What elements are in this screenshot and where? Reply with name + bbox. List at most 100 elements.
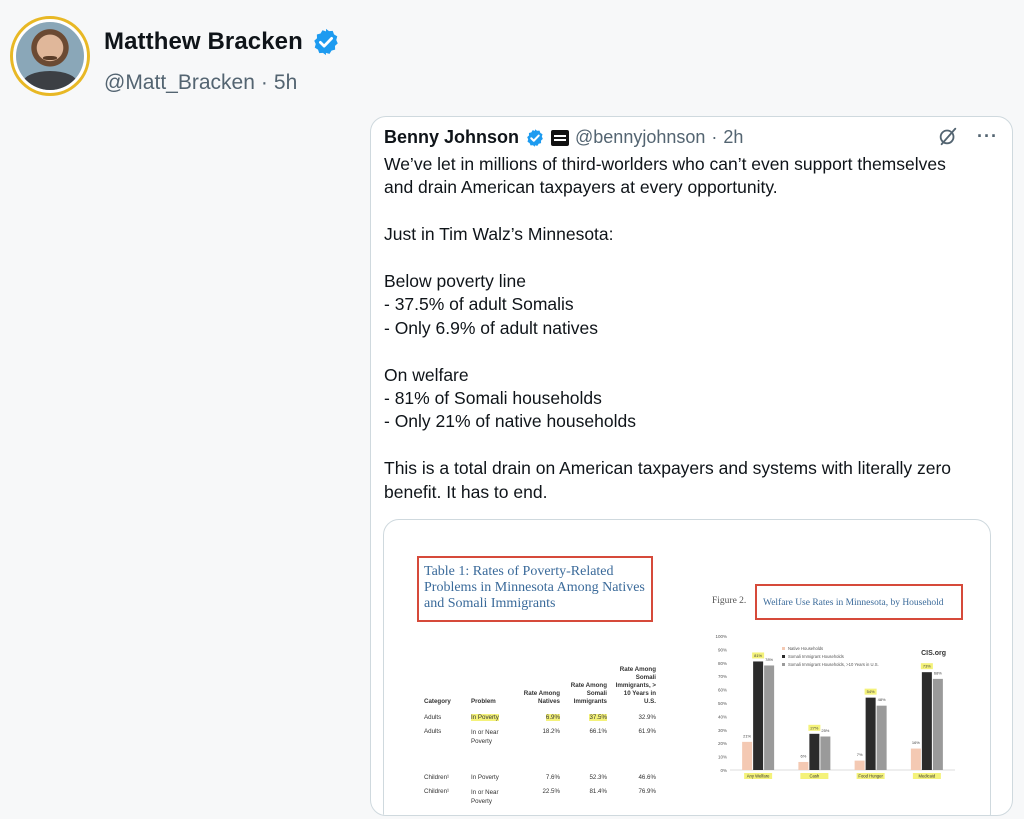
- text-paragraph: We’ve let in millions of third-worlders …: [384, 153, 994, 200]
- text-line: This is a total drain on American taxpay…: [384, 458, 952, 479]
- figure-prefix: Figure 2.: [712, 596, 747, 606]
- text-line: Just in Tim Walz’s Minnesota:: [384, 224, 614, 245]
- bar-value-label: 68%: [934, 670, 942, 675]
- bar: [932, 678, 943, 770]
- source-label: CIS.org: [921, 650, 946, 657]
- quoted-post-text: We’ve let in millions of third-worlders …: [384, 153, 994, 504]
- text-line: - Only 6.9% of adult natives: [384, 317, 598, 338]
- text-line: Below poverty line: [384, 271, 527, 291]
- table-header: Problem: [471, 698, 496, 705]
- y-tick-label: 20%: [718, 741, 727, 746]
- grok-icon[interactable]: [937, 125, 959, 147]
- table-cell: 81.4%: [589, 788, 607, 795]
- bar: [910, 748, 921, 770]
- legend-swatch: [782, 663, 785, 666]
- table-header: Rate Among Somali Immigrants, > 10 Years…: [615, 666, 656, 705]
- bar-value-label: 73%: [923, 664, 931, 669]
- text-paragraph: On welfare - 81% of Somali households - …: [384, 364, 994, 434]
- y-tick-label: 0%: [720, 768, 727, 773]
- text-line: We’ve let in millions of third-worlders …: [384, 154, 946, 174]
- y-tick-label: 40%: [718, 714, 727, 719]
- legend-label: Somali Immigrant Households, >10 Years i…: [788, 662, 879, 667]
- legend-label: Somali Immigrant Households: [788, 654, 844, 659]
- more-options-icon[interactable]: ···: [977, 126, 998, 147]
- avatar-mustache: [43, 56, 57, 61]
- welfare-bar-chart: 0% 10% 20% 30% 40% 50% 60% 70% 80% 90% 100% Native …: [715, 634, 955, 779]
- y-tick-label: 100%: [715, 634, 727, 639]
- category-label: Medicaid: [918, 774, 935, 779]
- y-tick-label: 90%: [718, 647, 727, 652]
- table-cell: 76.9%: [638, 788, 656, 795]
- verified-badge-icon[interactable]: [311, 27, 341, 57]
- table-cell: 32.9%: [638, 714, 656, 721]
- bar-value-label: 27%: [810, 725, 818, 730]
- legend-swatch: [782, 647, 785, 650]
- table-cell: Adults: [424, 728, 442, 735]
- bar-value-label: 25%: [821, 728, 829, 733]
- quoted-handle[interactable]: @bennyjohnson: [575, 127, 705, 148]
- table-header: Rate Among Natives: [523, 690, 560, 705]
- y-tick-label: 80%: [718, 661, 727, 666]
- table-title: Table 1: Rates of Poverty-Related Proble…: [417, 556, 653, 622]
- verified-badge-icon[interactable]: [525, 128, 545, 148]
- post-time[interactable]: 5h: [274, 71, 297, 95]
- y-tick-label: 50%: [718, 701, 727, 706]
- author-name-row: Matthew Bracken: [104, 27, 341, 57]
- table-cell: In Poverty: [471, 714, 499, 721]
- table-cell: 22.5%: [542, 788, 560, 795]
- text-line: On welfare: [384, 364, 469, 385]
- legend-label: Native Households: [788, 646, 823, 651]
- table-cell: In Poverty: [471, 774, 499, 781]
- table-cell: 52.3%: [589, 774, 607, 781]
- table-cell: In or Near Poverty: [471, 789, 499, 805]
- quoted-time[interactable]: 2h: [723, 127, 743, 148]
- table-cell: 46.6%: [638, 774, 656, 781]
- y-tick-label: 30%: [718, 728, 727, 733]
- bar-value-label: 6%: [800, 753, 806, 758]
- table-cell: In or Near Poverty: [471, 729, 499, 745]
- category-label: Cash: [809, 774, 819, 779]
- table-cell: 6.9%: [545, 714, 560, 721]
- text-paragraph: Below poverty line - 37.5% of adult Soma…: [384, 270, 994, 340]
- poverty-table: Category Problem Rate Among Natives Rate Am…: [424, 638, 674, 808]
- y-tick-label: 60%: [718, 688, 727, 693]
- text-paragraph: This is a total drain on American taxpay…: [384, 457, 994, 504]
- text-paragraph: Just in Tim Walz’s Minnesota:: [384, 223, 994, 246]
- bar: [764, 665, 775, 770]
- table-cell: Adults: [424, 714, 442, 721]
- attached-image[interactable]: Table 1: Rates of Poverty-Related Proble…: [383, 519, 991, 815]
- bar-value-label: 48%: [878, 697, 886, 702]
- affiliate-badge-icon[interactable]: [551, 129, 570, 146]
- bar: [820, 736, 831, 770]
- bar: [854, 760, 865, 770]
- bar-value-label: 21%: [743, 733, 751, 738]
- category-label: Food Hunger: [858, 774, 883, 779]
- figure-title-box: Welfare Use Rates in Minnesota, by House…: [755, 584, 963, 620]
- bar: [865, 697, 876, 770]
- table-cell: 37.5%: [589, 714, 607, 721]
- meta-separator: ·: [711, 127, 718, 147]
- figure-title: Welfare Use Rates in Minnesota, by House…: [763, 598, 944, 608]
- text-line: - 81% of Somali households: [384, 388, 602, 409]
- author-avatar[interactable]: [10, 16, 90, 96]
- author-meta: @Matt_Bracken · 5h: [104, 71, 297, 95]
- table-cell: 66.1%: [589, 728, 607, 735]
- bar: [742, 741, 753, 770]
- quoted-post-card[interactable]: Benny Johnson @bennyjohnson · 2h ··· We’…: [370, 116, 1013, 816]
- y-tick-label: 70%: [718, 674, 727, 679]
- table-header: Category: [424, 698, 451, 705]
- category-label: Any Welfare: [747, 774, 770, 779]
- text-line: and drain American taxpayers at every op…: [384, 177, 778, 198]
- author-handle[interactable]: @Matt_Bracken: [104, 71, 255, 95]
- avatar-photo: [16, 22, 84, 90]
- quoted-display-name[interactable]: Benny Johnson: [384, 127, 519, 148]
- bar: [753, 661, 764, 770]
- text-line: - Only 21% of native households: [384, 411, 636, 432]
- text-line: benefit. It has to end.: [384, 481, 548, 502]
- text-line: - 37.5% of adult Somalis: [384, 294, 574, 315]
- bar-value-label: 7%: [857, 752, 863, 757]
- author-display-name[interactable]: Matthew Bracken: [104, 28, 303, 56]
- bar: [921, 672, 932, 770]
- table-cell: Children¹: [424, 774, 450, 781]
- avatar-shirt: [22, 70, 78, 90]
